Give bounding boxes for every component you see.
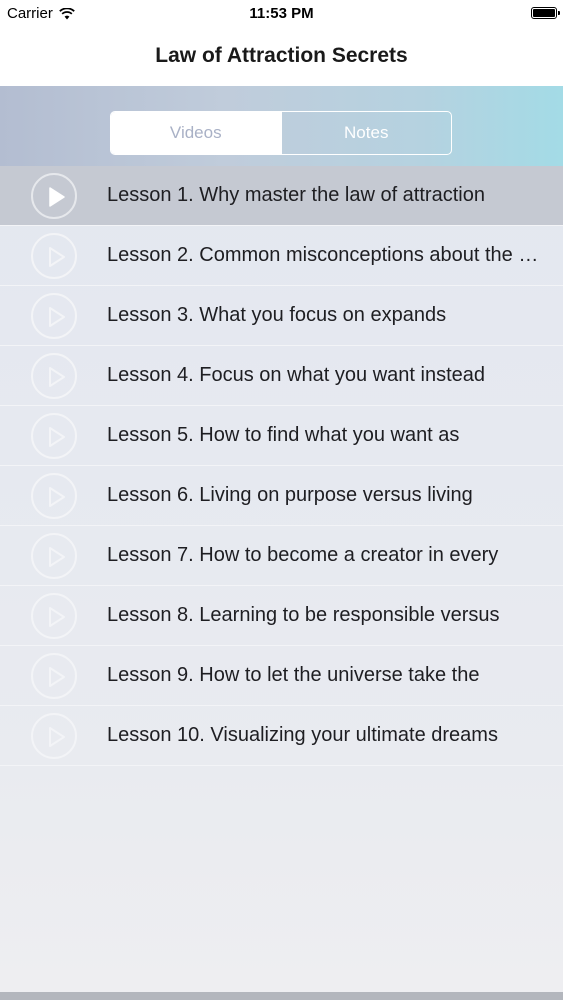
lesson-title: Lesson 1. Why master the law of attracti… <box>107 184 485 206</box>
lesson-title: Lesson 9. How to let the universe take t… <box>107 664 480 686</box>
lesson-row[interactable]: Lesson 7. How to become a creator in eve… <box>0 526 563 586</box>
lesson-row[interactable]: Lesson 5. How to find what you want as <box>0 406 563 466</box>
play-icon <box>31 353 77 399</box>
lesson-row[interactable]: Lesson 8. Learning to be responsible ver… <box>0 586 563 646</box>
navigation-bar: Law of Attraction Secrets <box>0 28 563 86</box>
play-icon <box>31 413 77 459</box>
lesson-title: Lesson 6. Living on purpose versus livin… <box>107 484 473 506</box>
play-icon <box>31 173 77 219</box>
lesson-title: Lesson 8. Learning to be responsible ver… <box>107 604 500 626</box>
lesson-title: Lesson 5. How to find what you want as <box>107 424 460 446</box>
bottom-edge <box>0 992 563 1000</box>
play-icon <box>31 473 77 519</box>
lesson-row[interactable]: Lesson 2. Common misconceptions about th… <box>0 226 563 286</box>
tab-videos[interactable]: Videos <box>111 112 281 154</box>
battery-icon <box>531 7 560 19</box>
lesson-row[interactable]: Lesson 9. How to let the universe take t… <box>0 646 563 706</box>
play-icon <box>31 653 77 699</box>
lesson-list: Lesson 1. Why master the law of attracti… <box>0 166 563 766</box>
status-bar: Carrier 11:53 PM <box>0 0 563 28</box>
lesson-title: Lesson 7. How to become a creator in eve… <box>107 544 499 566</box>
lesson-title: Lesson 4. Focus on what you want instead <box>107 364 486 386</box>
status-time: 11:53 PM <box>249 5 314 22</box>
lesson-title: Lesson 3. What you focus on expands <box>107 304 447 326</box>
lesson-row[interactable]: Lesson 3. What you focus on expands <box>0 286 563 346</box>
play-icon <box>31 593 77 639</box>
segmented-control: Videos Notes <box>110 111 452 155</box>
content-area: Videos Notes Lesson 1. Why master the la… <box>0 86 563 992</box>
lesson-row[interactable]: Lesson 6. Living on purpose versus livin… <box>0 466 563 526</box>
play-icon <box>31 533 77 579</box>
lesson-row[interactable]: Lesson 1. Why master the law of attracti… <box>0 166 563 226</box>
segment-bar: Videos Notes <box>0 86 563 166</box>
lesson-row[interactable]: Lesson 10. Visualizing your ultimate dre… <box>0 706 563 766</box>
tab-notes[interactable]: Notes <box>280 112 452 154</box>
play-icon <box>31 713 77 759</box>
lesson-title: Lesson 10. Visualizing your ultimate dre… <box>107 724 498 746</box>
play-icon <box>31 233 77 279</box>
lesson-row[interactable]: Lesson 4. Focus on what you want instead <box>0 346 563 406</box>
lesson-title: Lesson 2. Common misconceptions about th… <box>107 244 542 266</box>
play-icon <box>31 293 77 339</box>
page-title: Law of Attraction Secrets <box>155 44 408 67</box>
